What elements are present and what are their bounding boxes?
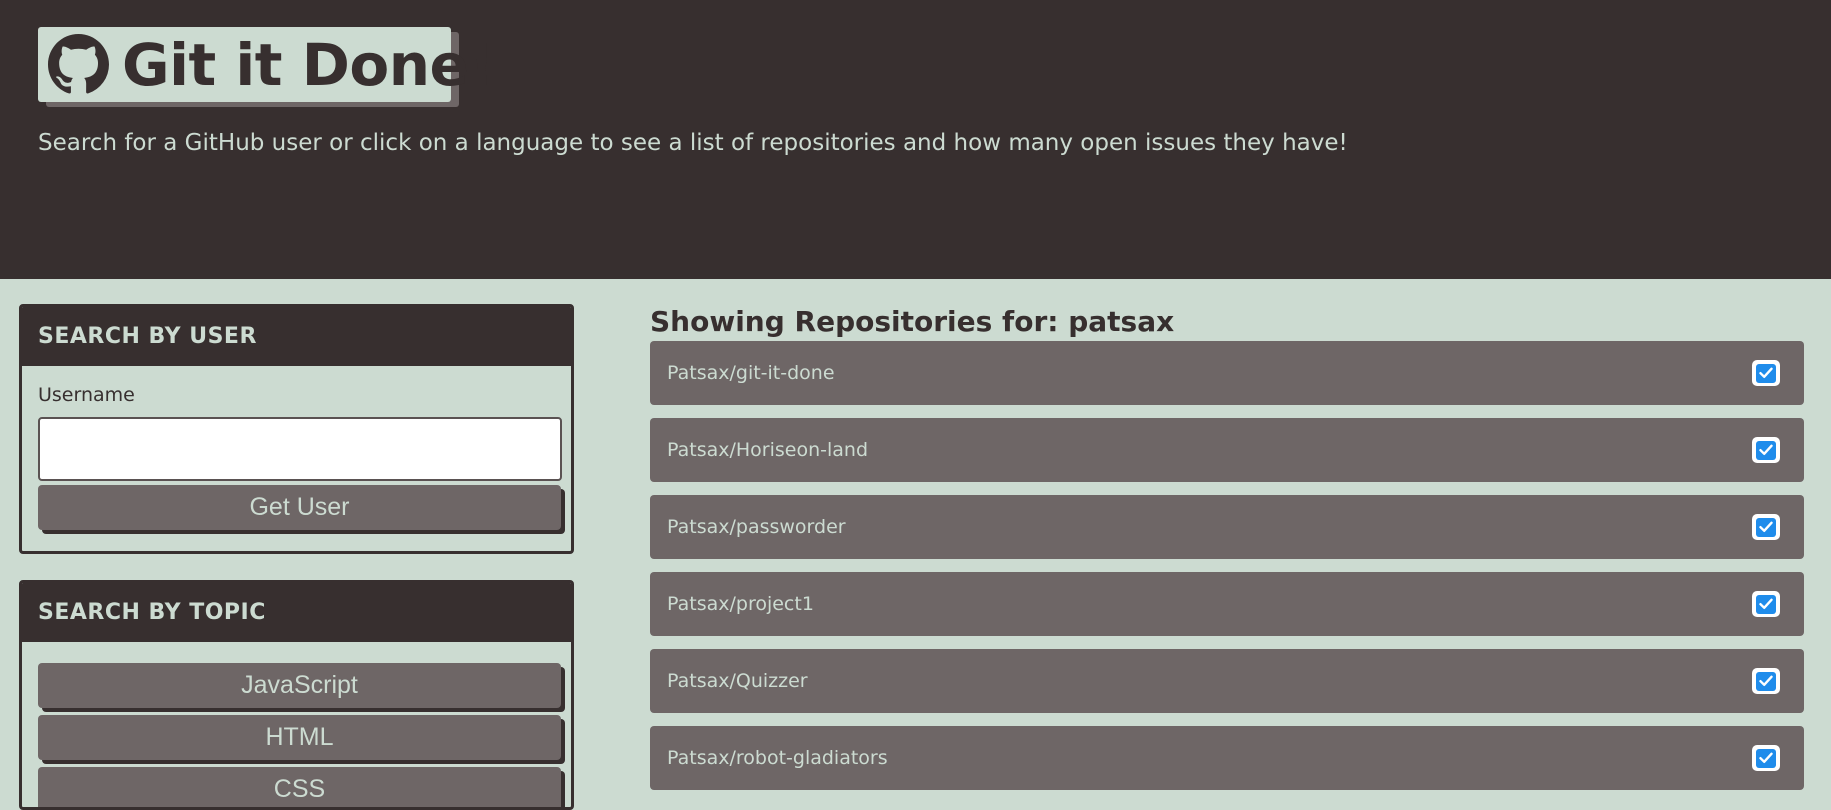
get-user-button[interactable]: Get User <box>38 485 561 530</box>
repo-name: Patsax/Quizzer <box>667 670 808 692</box>
topic-button-javascript[interactable]: JavaScript <box>38 663 561 708</box>
username-input[interactable] <box>38 417 562 481</box>
topic-button-css[interactable]: CSS <box>38 767 561 807</box>
page-header: Git it Done! Search for a GitHub user or… <box>0 0 1831 279</box>
app-subtitle: Search for a GitHub user or click on a l… <box>38 130 1348 156</box>
app-title: Git it Done! <box>122 30 495 99</box>
check-square-icon <box>1752 360 1780 386</box>
search-by-topic-card: SEARCH BY TOPIC JavaScript HTML CSS <box>19 580 574 810</box>
username-label: Username <box>38 384 135 406</box>
results-title: Showing Repositories for: patsax <box>650 305 1175 338</box>
repo-list-item[interactable]: Patsax/Horiseon-land <box>650 418 1804 482</box>
repo-list-item[interactable]: Patsax/project1 <box>650 572 1804 636</box>
repo-name: Patsax/passworder <box>667 516 846 538</box>
topic-button-html[interactable]: HTML <box>38 715 561 760</box>
repo-name: Patsax/robot-gladiators <box>667 747 888 769</box>
search-by-topic-heading: SEARCH BY TOPIC <box>22 583 571 642</box>
search-by-user-heading: SEARCH BY USER <box>22 307 571 366</box>
search-by-user-card: SEARCH BY USER Username Get User <box>19 304 574 554</box>
repo-list-item[interactable]: Patsax/passworder <box>650 495 1804 559</box>
app-logo: Git it Done! <box>38 27 495 102</box>
check-square-icon <box>1752 514 1780 540</box>
repo-name: Patsax/Horiseon-land <box>667 439 869 461</box>
github-icon <box>48 34 109 95</box>
repo-name: Patsax/project1 <box>667 593 814 615</box>
check-square-icon <box>1752 668 1780 694</box>
repo-list-item[interactable]: Patsax/Quizzer <box>650 649 1804 713</box>
repo-name: Patsax/git-it-done <box>667 362 835 384</box>
check-square-icon <box>1752 437 1780 463</box>
check-square-icon <box>1752 591 1780 617</box>
repo-list-item[interactable]: Patsax/git-it-done <box>650 341 1804 405</box>
repo-list-item[interactable]: Patsax/robot-gladiators <box>650 726 1804 790</box>
check-square-icon <box>1752 745 1780 771</box>
